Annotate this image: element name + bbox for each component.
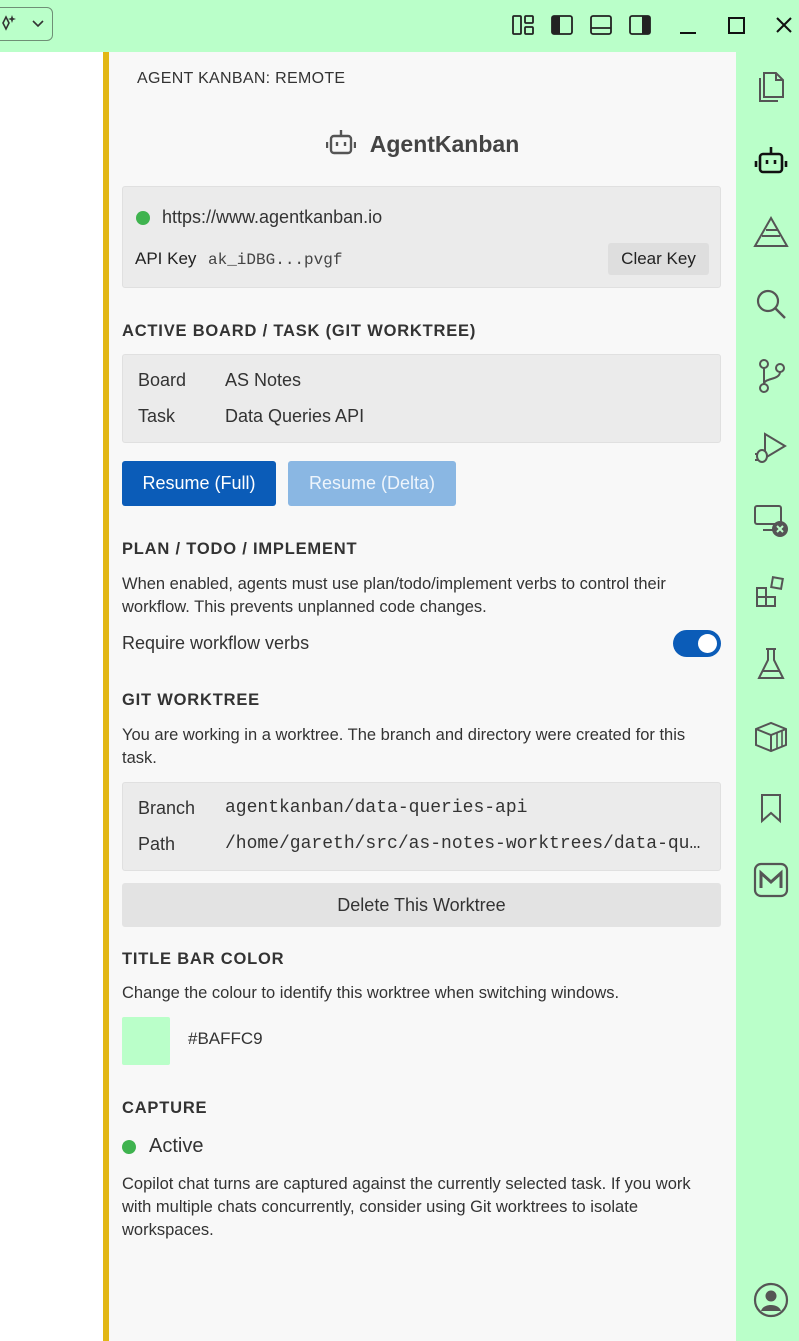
titlebar-color-heading: TITLE BAR COLOR	[122, 950, 285, 968]
minimize-icon[interactable]	[675, 12, 701, 38]
robot-icon	[325, 128, 356, 161]
board-value: AS Notes	[225, 370, 302, 390]
clear-key-button[interactable]: Clear Key	[608, 243, 709, 275]
chevron-down-icon	[32, 15, 44, 33]
color-swatch[interactable]	[122, 1017, 170, 1065]
task-value: Data Queries API	[225, 406, 365, 426]
board-label: Board	[138, 370, 187, 390]
api-key-value: ak_iDBG...pvgf	[208, 251, 343, 269]
sparkle-icon	[1, 13, 17, 36]
worktree-description: You are working in a worktree. The branc…	[122, 726, 686, 767]
explorer-icon[interactable]	[753, 69, 789, 105]
branch-label: Branch	[138, 798, 196, 818]
copilot-dropdown[interactable]	[0, 7, 53, 41]
server-url: https://www.agentkanban.io	[162, 207, 383, 227]
accounts-icon[interactable]	[753, 1282, 789, 1318]
workflow-verbs-label: Require workflow verbs	[122, 633, 310, 653]
capture-description: Copilot chat turns are captured against …	[122, 1175, 691, 1239]
delete-worktree-button[interactable]: Delete This Worktree	[122, 883, 721, 927]
remote-explorer-icon[interactable]	[753, 502, 789, 538]
agent-kanban-robot-icon[interactable]	[753, 142, 789, 178]
run-debug-icon[interactable]	[753, 430, 789, 466]
title-bar	[0, 0, 799, 52]
extensions-icon[interactable]	[753, 574, 789, 610]
editor-area	[0, 52, 103, 1341]
toggle-panel-icon[interactable]	[588, 12, 614, 38]
connected-status-dot	[136, 211, 150, 225]
flask-icon[interactable]	[753, 646, 789, 682]
panel-header: AGENT KANBAN: REMOTE	[137, 70, 346, 87]
customize-layout-icon[interactable]	[510, 12, 536, 38]
agent-kanban-panel: AGENT KANBAN: REMOTE AgentKanban https:/…	[109, 52, 736, 1341]
activity-bar	[736, 52, 799, 1341]
worktree-heading: GIT WORKTREE	[122, 691, 260, 709]
branch-value: agentkanban/data-queries-api	[225, 798, 528, 818]
search-icon[interactable]	[753, 286, 789, 322]
plan-heading: PLAN / TODO / IMPLEMENT	[122, 540, 358, 558]
close-icon[interactable]	[771, 12, 797, 38]
capture-status-dot	[122, 1140, 136, 1154]
color-hex[interactable]: #BAFFC9	[188, 1029, 263, 1049]
path-value: /home/gareth/src/as-notes-worktrees/data…	[225, 834, 701, 854]
brand: AgentKanban	[109, 128, 736, 161]
source-control-icon[interactable]	[753, 358, 789, 394]
containers-icon[interactable]	[753, 718, 789, 754]
bookmarks-icon[interactable]	[753, 790, 789, 826]
path-label: Path	[138, 834, 176, 854]
active-board-heading: ACTIVE BOARD / TASK (GIT WORKTREE)	[122, 322, 477, 340]
api-key-label: API Key	[135, 249, 197, 268]
connection-card: https://www.agentkanban.io API Key ak_iD…	[122, 186, 721, 288]
plan-description: When enabled, agents must use plan/todo/…	[122, 575, 666, 616]
worktree-card: Branch agentkanban/data-queries-api Path…	[122, 782, 721, 871]
resume-full-button[interactable]: Resume (Full)	[122, 461, 276, 506]
testing-triangle-icon[interactable]	[753, 214, 789, 250]
task-label: Task	[138, 406, 176, 426]
capture-status: Active	[149, 1135, 204, 1157]
active-board-card: Board AS Notes Task Data Queries API	[122, 354, 721, 443]
toggle-secondary-sidebar-icon[interactable]	[627, 12, 653, 38]
resume-delta-button[interactable]: Resume (Delta)	[288, 461, 456, 506]
toggle-knob	[698, 634, 717, 653]
workflow-verbs-toggle[interactable]	[673, 630, 721, 657]
toggle-primary-sidebar-icon[interactable]	[549, 12, 575, 38]
maximize-icon[interactable]	[723, 12, 749, 38]
markdown-icon[interactable]	[753, 862, 789, 898]
brand-name: AgentKanban	[369, 131, 520, 157]
titlebar-color-description: Change the colour to identify this workt…	[122, 984, 620, 1002]
capture-heading: CAPTURE	[122, 1099, 208, 1117]
